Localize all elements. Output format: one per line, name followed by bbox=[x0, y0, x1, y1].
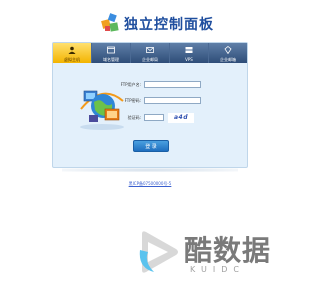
username-input[interactable] bbox=[144, 81, 201, 88]
tab-domain[interactable]: 域名管理 bbox=[92, 43, 131, 63]
tab-label: 企业邮箱 bbox=[220, 57, 236, 62]
captcha-image[interactable]: a4d bbox=[168, 113, 194, 123]
page-header: 独立控制面板 bbox=[0, 0, 300, 42]
user-icon bbox=[68, 46, 76, 54]
mail-icon bbox=[146, 47, 154, 53]
tab-label: 域名管理 bbox=[103, 57, 119, 62]
tab-label: 虚拟主机 bbox=[64, 57, 80, 62]
tab-label: 企业邮局 bbox=[142, 57, 158, 62]
tab-enterprise-mail[interactable]: 企业邮局 bbox=[131, 43, 170, 63]
play-logo-icon bbox=[139, 231, 178, 273]
icp-link[interactable]: 黑ICP备07500000号-5 bbox=[0, 181, 300, 187]
password-label: FTP密码: bbox=[124, 98, 141, 103]
captcha-label: 验证码: bbox=[127, 115, 141, 120]
login-panel: 虚拟主机 域名管理 企业邮局 VPS 企业邮箱 FTP用户名: FTP密码: 验… bbox=[52, 42, 248, 168]
password-row: FTP密码: bbox=[119, 97, 229, 107]
password-input[interactable] bbox=[144, 97, 201, 104]
username-row: FTP用户名: bbox=[119, 81, 229, 91]
watermark-brand: 酷数据 bbox=[184, 234, 272, 267]
envelope-icon bbox=[224, 46, 232, 54]
captcha-input[interactable] bbox=[144, 114, 164, 121]
logo-title: 独立控制面板 bbox=[124, 17, 214, 33]
colored-cubes-icon bbox=[101, 13, 119, 32]
username-label: FTP用户名: bbox=[120, 82, 141, 87]
watermark-sub: KUIDC bbox=[190, 265, 245, 274]
panel-shadow bbox=[62, 168, 238, 172]
tab-bar: 虚拟主机 域名管理 企业邮局 VPS 企业邮箱 bbox=[53, 43, 247, 63]
server-icon bbox=[185, 47, 193, 53]
tab-enterprise-mailbox[interactable]: 企业邮箱 bbox=[209, 43, 247, 63]
captcha-row: 验证码: a4d bbox=[119, 113, 229, 124]
tab-label: VPS bbox=[185, 57, 193, 62]
tab-vps[interactable]: VPS bbox=[170, 43, 209, 63]
tab-virtual-host[interactable]: 虚拟主机 bbox=[53, 43, 92, 63]
window-icon bbox=[107, 46, 115, 54]
login-button[interactable]: 登 录 bbox=[133, 140, 169, 152]
